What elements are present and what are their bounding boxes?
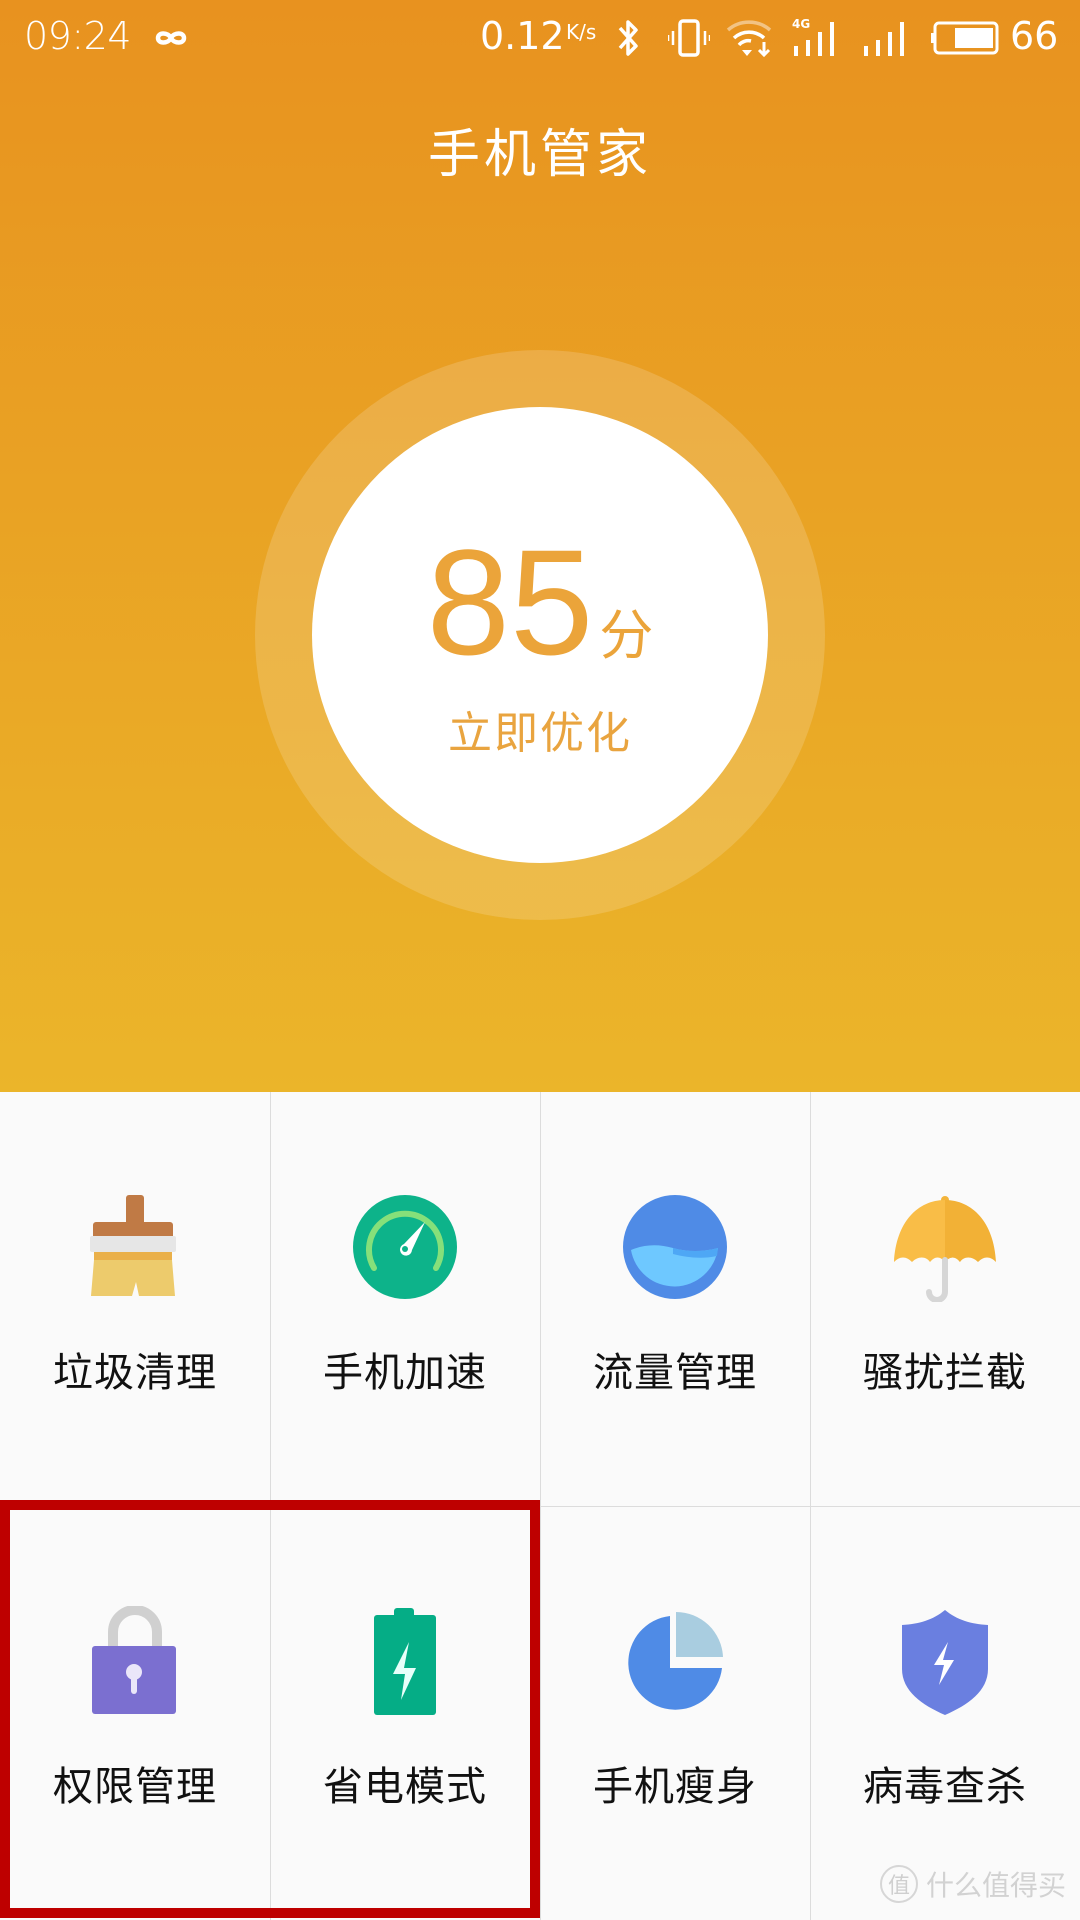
tool-label: 省电模式 [323, 1764, 487, 1810]
signal-4g-icon: 4G [792, 18, 834, 56]
health-score: 85 分 [312, 527, 768, 711]
battery-percent: 66 [1010, 14, 1059, 58]
data-water-icon [623, 1195, 727, 1299]
tool-label: 骚扰拦截 [863, 1350, 1027, 1396]
status-time: 09:24 [24, 14, 132, 58]
wifi-icon [726, 20, 772, 58]
tools-grid: 垃圾清理 手机加速 流量管理 骚扰拦截 权限管理 省电模式 手机瘦身 病毒查杀 [0, 1092, 1080, 1920]
score-value: 85 [426, 518, 594, 686]
tool-label: 权限管理 [53, 1764, 217, 1810]
tool-label: 垃圾清理 [53, 1350, 217, 1396]
battery-icon [931, 21, 999, 55]
signal-icon [864, 22, 904, 56]
watermark-badge: 值 [879, 1865, 918, 1903]
tool-harass-block[interactable]: 骚扰拦截 [810, 1092, 1080, 1506]
tool-speed-up[interactable]: 手机加速 [270, 1092, 540, 1506]
tool-label: 手机瘦身 [593, 1764, 757, 1810]
tool-junk-clean[interactable]: 垃圾清理 [0, 1092, 270, 1506]
watermark: 值 什么值得买 [879, 1864, 1066, 1904]
tool-label: 病毒查杀 [863, 1764, 1027, 1810]
bluetooth-icon [618, 20, 638, 56]
tool-label: 手机加速 [323, 1350, 487, 1396]
umbrella-icon [894, 1196, 996, 1302]
optimize-label: 立即优化 [448, 708, 632, 759]
watermark-text: 什么值得买 [925, 1869, 1066, 1902]
pie-chart-icon [628, 1612, 723, 1710]
tool-data-manage[interactable]: 流量管理 [540, 1092, 810, 1506]
infinity-icon [155, 31, 187, 45]
lock-icon [92, 1606, 176, 1714]
battery-charge-icon [374, 1608, 436, 1715]
broom-icon [90, 1195, 176, 1296]
vibrate-icon [668, 19, 710, 57]
tool-permission-manage[interactable]: 权限管理 [0, 1506, 270, 1920]
net-speed-unit: K/s [566, 20, 597, 44]
svg-text:4G: 4G [792, 18, 810, 31]
optimize-button[interactable]: 85 分 立即优化 [312, 407, 768, 863]
tool-power-saving[interactable]: 省电模式 [270, 1506, 540, 1920]
tool-phone-slim[interactable]: 手机瘦身 [540, 1506, 810, 1920]
tool-virus-scan[interactable]: 病毒查杀 [810, 1506, 1080, 1920]
score-unit: 分 [599, 606, 654, 666]
header: 09:24 0.12 K/s 4G 66 手机管家 85 分 立即优化 [0, 0, 1080, 1092]
speedometer-icon [353, 1195, 457, 1299]
net-speed: 0.12 [480, 14, 565, 58]
page-title: 手机管家 [427, 125, 652, 185]
shield-bolt-icon [902, 1610, 988, 1715]
status-bar: 09:24 0.12 K/s 4G 66 [0, 0, 1080, 76]
tool-label: 流量管理 [593, 1350, 757, 1396]
